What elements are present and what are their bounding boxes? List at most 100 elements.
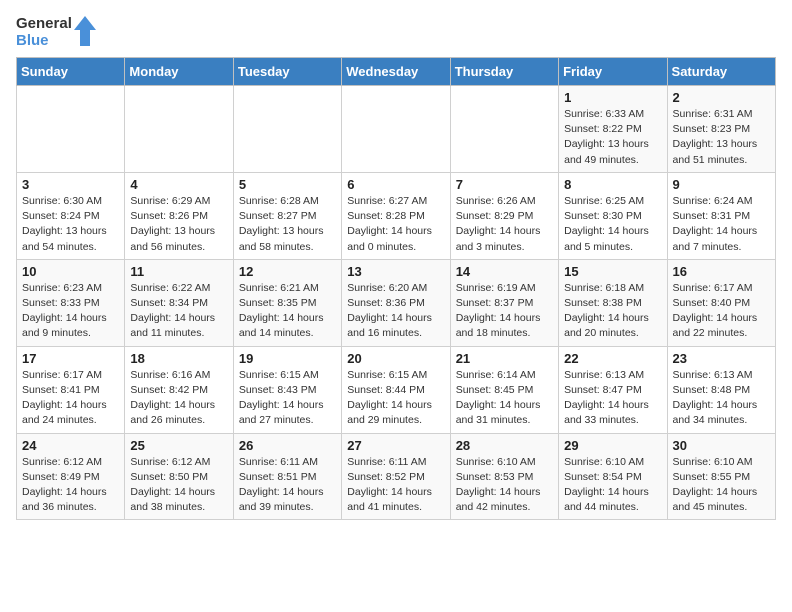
- page-header: General Blue: [16, 16, 776, 49]
- week-row-4: 17 Sunrise: 6:17 AM Sunset: 8:41 PM Dayli…: [17, 346, 776, 433]
- day-detail: Sunrise: 6:30 AM Sunset: 8:24 PM Dayligh…: [22, 194, 119, 255]
- day-detail: Sunrise: 6:25 AM Sunset: 8:30 PM Dayligh…: [564, 194, 661, 255]
- day-detail: Sunrise: 6:22 AM Sunset: 8:34 PM Dayligh…: [130, 281, 227, 342]
- day-cell: 28Sunrise: 6:10 AM Sunset: 8:53 PM Dayli…: [450, 433, 558, 520]
- day-number: 29: [564, 438, 661, 453]
- day-number: 8: [564, 177, 661, 192]
- col-header-friday: Friday: [559, 58, 667, 86]
- day-cell: 11Sunrise: 6:22 AM Sunset: 8:34 PM Dayli…: [125, 259, 233, 346]
- day-number: 30: [673, 438, 770, 453]
- day-number: 1: [564, 90, 661, 105]
- logo-arrow-icon: [74, 16, 96, 46]
- day-number: 5: [239, 177, 336, 192]
- day-number: 23: [673, 351, 770, 366]
- day-cell: 29 Sunrise: 6:10 AM Sunset: 8:54 PM Dayli…: [559, 433, 667, 520]
- day-cell: 8 Sunrise: 6:25 AM Sunset: 8:30 PM Daylig…: [559, 172, 667, 259]
- day-number: 15: [564, 264, 661, 279]
- day-number: 28: [456, 438, 553, 453]
- week-row-1: 1 Sunrise: 6:33 AM Sunset: 8:22 PM Daylig…: [17, 86, 776, 173]
- day-cell: 12 Sunrise: 6:21 AM Sunset: 8:35 PM Dayli…: [233, 259, 341, 346]
- day-cell: [125, 86, 233, 173]
- day-detail: Sunrise: 6:17 AM Sunset: 8:40 PM Dayligh…: [673, 281, 770, 342]
- day-cell: 30 Sunrise: 6:10 AM Sunset: 8:55 PM Dayli…: [667, 433, 775, 520]
- week-row-3: 10 Sunrise: 6:23 AM Sunset: 8:33 PM Dayli…: [17, 259, 776, 346]
- day-cell: 18Sunrise: 6:16 AM Sunset: 8:42 PM Dayli…: [125, 346, 233, 433]
- day-cell: 14Sunrise: 6:19 AM Sunset: 8:37 PM Dayli…: [450, 259, 558, 346]
- col-header-saturday: Saturday: [667, 58, 775, 86]
- day-number: 2: [673, 90, 770, 105]
- day-detail: Sunrise: 6:28 AM Sunset: 8:27 PM Dayligh…: [239, 194, 336, 255]
- day-number: 6: [347, 177, 444, 192]
- day-detail: Sunrise: 6:19 AM Sunset: 8:37 PM Dayligh…: [456, 281, 553, 342]
- day-detail: Sunrise: 6:13 AM Sunset: 8:48 PM Dayligh…: [673, 368, 770, 429]
- day-cell: 4Sunrise: 6:29 AM Sunset: 8:26 PM Daylig…: [125, 172, 233, 259]
- day-detail: Sunrise: 6:33 AM Sunset: 8:22 PM Dayligh…: [564, 107, 661, 168]
- day-cell: 16 Sunrise: 6:17 AM Sunset: 8:40 PM Dayli…: [667, 259, 775, 346]
- day-cell: 19 Sunrise: 6:15 AM Sunset: 8:43 PM Dayli…: [233, 346, 341, 433]
- day-number: 17: [22, 351, 119, 366]
- day-cell: 7Sunrise: 6:26 AM Sunset: 8:29 PM Daylig…: [450, 172, 558, 259]
- day-cell: [233, 86, 341, 173]
- day-detail: Sunrise: 6:15 AM Sunset: 8:44 PM Dayligh…: [347, 368, 444, 429]
- day-number: 25: [130, 438, 227, 453]
- day-detail: Sunrise: 6:17 AM Sunset: 8:41 PM Dayligh…: [22, 368, 119, 429]
- day-detail: Sunrise: 6:13 AM Sunset: 8:47 PM Dayligh…: [564, 368, 661, 429]
- col-header-sunday: Sunday: [17, 58, 125, 86]
- day-cell: 10 Sunrise: 6:23 AM Sunset: 8:33 PM Dayli…: [17, 259, 125, 346]
- day-cell: 15 Sunrise: 6:18 AM Sunset: 8:38 PM Dayli…: [559, 259, 667, 346]
- day-number: 7: [456, 177, 553, 192]
- day-cell: 25 Sunrise: 6:12 AM Sunset: 8:50 PM Dayli…: [125, 433, 233, 520]
- day-number: 27: [347, 438, 444, 453]
- day-cell: 22Sunrise: 6:13 AM Sunset: 8:47 PM Dayli…: [559, 346, 667, 433]
- day-detail: Sunrise: 6:15 AM Sunset: 8:43 PM Dayligh…: [239, 368, 336, 429]
- day-cell: 21 Sunrise: 6:14 AM Sunset: 8:45 PM Dayli…: [450, 346, 558, 433]
- day-number: 16: [673, 264, 770, 279]
- day-detail: Sunrise: 6:12 AM Sunset: 8:49 PM Dayligh…: [22, 455, 119, 516]
- day-detail: Sunrise: 6:10 AM Sunset: 8:54 PM Dayligh…: [564, 455, 661, 516]
- day-detail: Sunrise: 6:31 AM Sunset: 8:23 PM Dayligh…: [673, 107, 770, 168]
- day-cell: 24 Sunrise: 6:12 AM Sunset: 8:49 PM Dayli…: [17, 433, 125, 520]
- day-cell: 3Sunrise: 6:30 AM Sunset: 8:24 PM Daylig…: [17, 172, 125, 259]
- day-cell: 20 Sunrise: 6:15 AM Sunset: 8:44 PM Dayli…: [342, 346, 450, 433]
- col-header-thursday: Thursday: [450, 58, 558, 86]
- day-detail: Sunrise: 6:21 AM Sunset: 8:35 PM Dayligh…: [239, 281, 336, 342]
- day-number: 21: [456, 351, 553, 366]
- day-number: 26: [239, 438, 336, 453]
- day-detail: Sunrise: 6:18 AM Sunset: 8:38 PM Dayligh…: [564, 281, 661, 342]
- day-number: 24: [22, 438, 119, 453]
- day-number: 13: [347, 264, 444, 279]
- col-header-tuesday: Tuesday: [233, 58, 341, 86]
- day-cell: 13 Sunrise: 6:20 AM Sunset: 8:36 PM Dayli…: [342, 259, 450, 346]
- day-number: 19: [239, 351, 336, 366]
- day-detail: Sunrise: 6:11 AM Sunset: 8:52 PM Dayligh…: [347, 455, 444, 516]
- day-number: 10: [22, 264, 119, 279]
- col-header-wednesday: Wednesday: [342, 58, 450, 86]
- day-cell: 9Sunrise: 6:24 AM Sunset: 8:31 PM Daylig…: [667, 172, 775, 259]
- day-cell: 2 Sunrise: 6:31 AM Sunset: 8:23 PM Daylig…: [667, 86, 775, 173]
- day-cell: [17, 86, 125, 173]
- day-cell: 26Sunrise: 6:11 AM Sunset: 8:51 PM Dayli…: [233, 433, 341, 520]
- calendar-table: SundayMondayTuesdayWednesdayThursdayFrid…: [16, 57, 776, 520]
- day-cell: 17 Sunrise: 6:17 AM Sunset: 8:41 PM Dayli…: [17, 346, 125, 433]
- week-row-5: 24 Sunrise: 6:12 AM Sunset: 8:49 PM Dayli…: [17, 433, 776, 520]
- day-detail: Sunrise: 6:27 AM Sunset: 8:28 PM Dayligh…: [347, 194, 444, 255]
- day-number: 9: [673, 177, 770, 192]
- day-cell: 1 Sunrise: 6:33 AM Sunset: 8:22 PM Daylig…: [559, 86, 667, 173]
- day-cell: 23 Sunrise: 6:13 AM Sunset: 8:48 PM Dayli…: [667, 346, 775, 433]
- day-cell: [450, 86, 558, 173]
- day-cell: 27 Sunrise: 6:11 AM Sunset: 8:52 PM Dayli…: [342, 433, 450, 520]
- logo-svg: General Blue: [16, 16, 96, 49]
- day-detail: Sunrise: 6:12 AM Sunset: 8:50 PM Dayligh…: [130, 455, 227, 516]
- day-detail: Sunrise: 6:10 AM Sunset: 8:55 PM Dayligh…: [673, 455, 770, 516]
- logo-general: General: [16, 16, 72, 33]
- day-detail: Sunrise: 6:23 AM Sunset: 8:33 PM Dayligh…: [22, 281, 119, 342]
- week-row-2: 3Sunrise: 6:30 AM Sunset: 8:24 PM Daylig…: [17, 172, 776, 259]
- day-number: 20: [347, 351, 444, 366]
- day-number: 12: [239, 264, 336, 279]
- day-detail: Sunrise: 6:20 AM Sunset: 8:36 PM Dayligh…: [347, 281, 444, 342]
- day-cell: [342, 86, 450, 173]
- header-row: SundayMondayTuesdayWednesdayThursdayFrid…: [17, 58, 776, 86]
- day-cell: 5 Sunrise: 6:28 AM Sunset: 8:27 PM Daylig…: [233, 172, 341, 259]
- day-detail: Sunrise: 6:14 AM Sunset: 8:45 PM Dayligh…: [456, 368, 553, 429]
- logo: General Blue: [16, 16, 96, 49]
